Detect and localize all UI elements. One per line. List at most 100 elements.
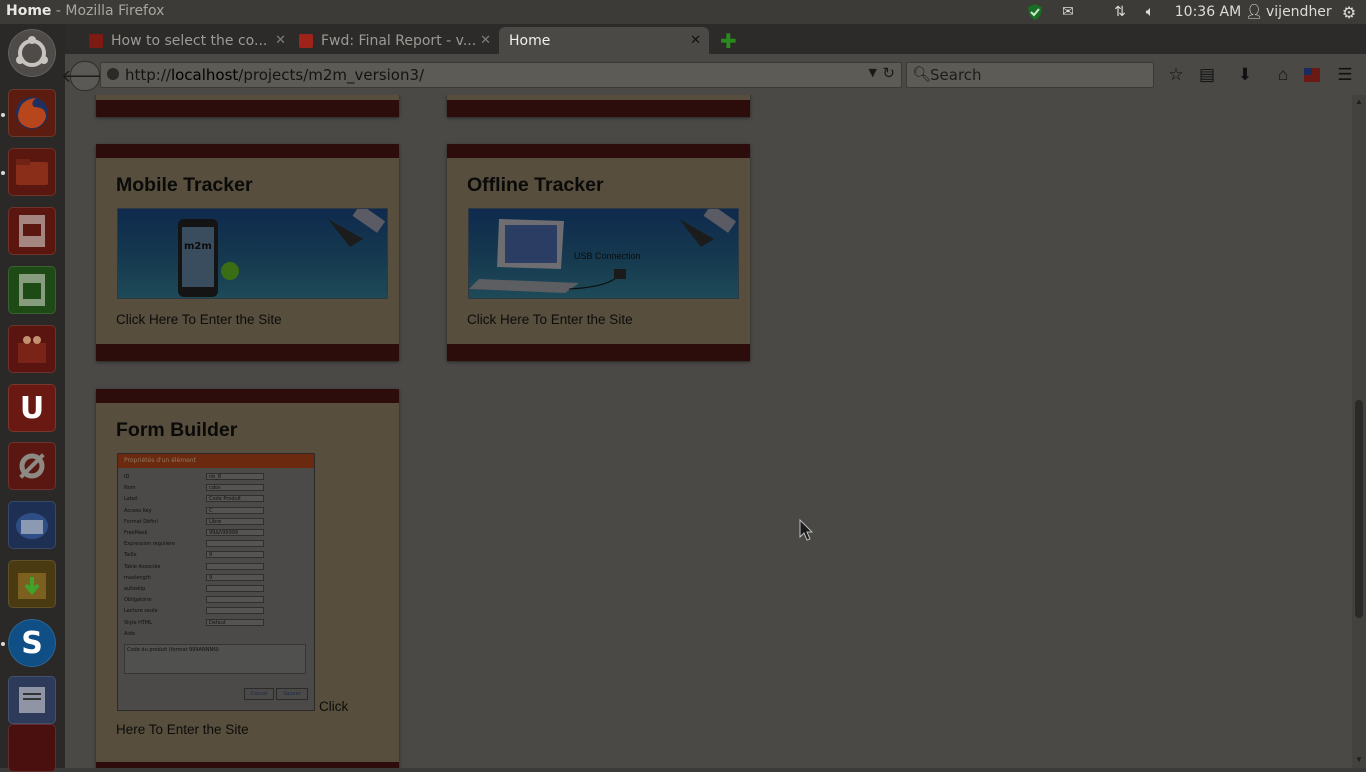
new-tab-plus-icon[interactable]: ✚ (720, 27, 740, 54)
tab-home[interactable]: Home ✕ (499, 27, 709, 54)
form-row-field: Code Produit (206, 495, 264, 503)
cancel-button: Cancel (244, 688, 274, 700)
scroll-up-icon[interactable]: ▲ (1355, 97, 1363, 106)
tab-label: How to select the co... (111, 32, 268, 49)
scroll-down-icon[interactable]: ▼ (1355, 755, 1363, 764)
form-row-label: Access Key (124, 507, 152, 514)
form-row-field: C (206, 506, 264, 514)
update-manager-icon[interactable] (8, 560, 56, 608)
navigation-bar: 🡐 http://localhost/projects/m2m_version3… (61, 54, 1366, 96)
tab-label: Home (509, 32, 551, 49)
page-content: Mobile Tracker m2m Click Here To Enter t… (65, 95, 1352, 768)
form-row-field: cdos (206, 484, 264, 492)
search-icon: 🔍︎ (912, 66, 932, 83)
tab-label: Fwd: Final Report - v... (321, 32, 477, 49)
window-title: Home - Mozilla Firefox (6, 3, 164, 19)
form-builder-image[interactable]: Propriétés d'un élément ID nb_8 Nom cdos Lab… (117, 453, 315, 711)
skype-icon[interactable]: S (8, 619, 56, 667)
ubuntu-one-icon[interactable]: U (8, 384, 56, 432)
downloads-icon[interactable]: ⬇ (1232, 63, 1258, 87)
search-bar[interactable]: 🔍︎ Search (906, 62, 1154, 88)
software-center-icon[interactable] (8, 325, 56, 373)
enter-site-link[interactable]: Click Here To Enter the Site (467, 312, 633, 327)
form-row-field (206, 585, 264, 592)
card-offline-tracker: Offline Tracker USB Connection Click Her… (447, 144, 750, 361)
mouse-cursor-icon (799, 519, 813, 541)
offline-tracker-image[interactable]: USB Connection (468, 208, 739, 299)
card-partial-right (447, 95, 750, 117)
network-icon[interactable]: ⇅ (1110, 3, 1130, 21)
card-form-builder: Form Builder Propriétés d'un élément ID n… (96, 389, 399, 768)
form-row-label: Lecture seule (124, 608, 158, 615)
form-row-field: 9 (206, 573, 264, 581)
form-row-label: Aide (124, 630, 136, 637)
window-title-suffix: - Mozilla Firefox (51, 3, 165, 19)
user-icon: 👤︎ (1245, 4, 1263, 20)
volume-icon[interactable]: 🔈︎ (1140, 3, 1160, 21)
save-button: Sauver (276, 688, 308, 700)
m2m-logo-text: m2m (184, 241, 212, 252)
scrollbar-thumb[interactable] (1355, 400, 1363, 618)
reload-icon[interactable]: ↻ (882, 64, 895, 82)
form-row-label: autoskip (124, 586, 146, 592)
bookmark-star-icon[interactable]: ☆ (1163, 63, 1189, 87)
card-title: Offline Tracker (467, 174, 604, 196)
shield-icon[interactable] (1025, 3, 1045, 21)
flag-addon-icon[interactable] (1299, 63, 1325, 87)
form-row-label: Format Défini (124, 518, 158, 525)
vertical-scrollbar[interactable]: ▲ ▼ (1352, 95, 1366, 768)
home-icon[interactable]: ⌂ (1270, 63, 1296, 87)
ubuntu-dash-icon[interactable] (8, 29, 56, 77)
card-title: Mobile Tracker (116, 174, 253, 196)
firefox-icon[interactable] (8, 89, 56, 137)
launcher: U S (0, 24, 65, 772)
system-top-bar: Home - Mozilla Firefox ✉ ⇅ 🔈︎ 10:36 AM 👤… (0, 0, 1366, 24)
clock[interactable]: 10:36 AM (1174, 3, 1242, 21)
tab-fwd-final-report[interactable]: Fwd: Final Report - v... ✕ (297, 27, 499, 54)
usb-connection-label: USB Connection (574, 251, 641, 261)
menu-hamburger-icon[interactable]: ☰ (1332, 63, 1358, 87)
impress-icon[interactable] (8, 207, 56, 255)
url-prefix: http:// (125, 66, 171, 84)
url-bar[interactable]: http://localhost/projects/m2m_version3/ … (100, 62, 902, 88)
documents-icon[interactable] (8, 676, 56, 724)
system-settings-icon[interactable] (8, 442, 56, 490)
form-row-field: nb_8 (206, 473, 264, 480)
enter-site-link[interactable]: Click Here To Enter the Site (116, 312, 282, 327)
close-tab-icon[interactable]: ✕ (275, 33, 286, 48)
close-tab-icon[interactable]: ✕ (480, 33, 491, 48)
tab-how-to-select[interactable]: How to select the co... ✕ (87, 27, 294, 54)
card-partial-left (96, 95, 399, 117)
form-row-label: maxlength (124, 574, 151, 581)
url-host: localhost (170, 66, 239, 84)
mail-icon[interactable]: ✉ (1058, 3, 1078, 21)
card-mobile-tracker: Mobile Tracker m2m Click Here To Enter t… (96, 144, 399, 361)
tab-bar: How to select the co... ✕ Fwd: Final Rep… (65, 24, 1366, 54)
form-row-field: Libre (206, 517, 264, 525)
mobile-tracker-image[interactable]: m2m (117, 208, 388, 299)
enter-site-link[interactable]: Here To Enter the Site (116, 722, 249, 737)
window-title-app: Home (6, 3, 52, 19)
url-text: http://localhost/projects/m2m_version3/ (125, 66, 424, 84)
thunderbird-icon[interactable] (8, 501, 56, 549)
form-row-field: Defaut (206, 618, 264, 626)
form-row-label: FreeMask (124, 530, 148, 536)
settings-gear-icon[interactable]: ⚙ (1339, 3, 1359, 22)
form-image-header: Propriétés d'un élément (118, 454, 314, 468)
form-row-label: Label (124, 496, 138, 503)
form-row-label: Style HTML (124, 619, 153, 626)
running-indicator (1, 113, 5, 117)
reading-list-icon[interactable]: ▤ (1194, 63, 1220, 87)
user-name[interactable]: vijendher (1266, 3, 1334, 21)
enter-site-link-start[interactable]: Click (319, 699, 348, 714)
globe-icon (107, 68, 119, 80)
files-icon[interactable] (8, 148, 56, 196)
url-dropdown-icon[interactable]: ▼ (869, 66, 877, 79)
form-row-field: 99ΔΛ99999 (206, 529, 264, 536)
calc-icon[interactable] (8, 266, 56, 314)
form-row-field: 9 (206, 551, 264, 559)
back-button[interactable]: 🡐 (61, 61, 109, 91)
close-tab-icon[interactable]: ✕ (690, 33, 701, 48)
form-row-label: Expression regulière (124, 541, 175, 548)
workspace-switcher-icon[interactable] (8, 724, 56, 772)
